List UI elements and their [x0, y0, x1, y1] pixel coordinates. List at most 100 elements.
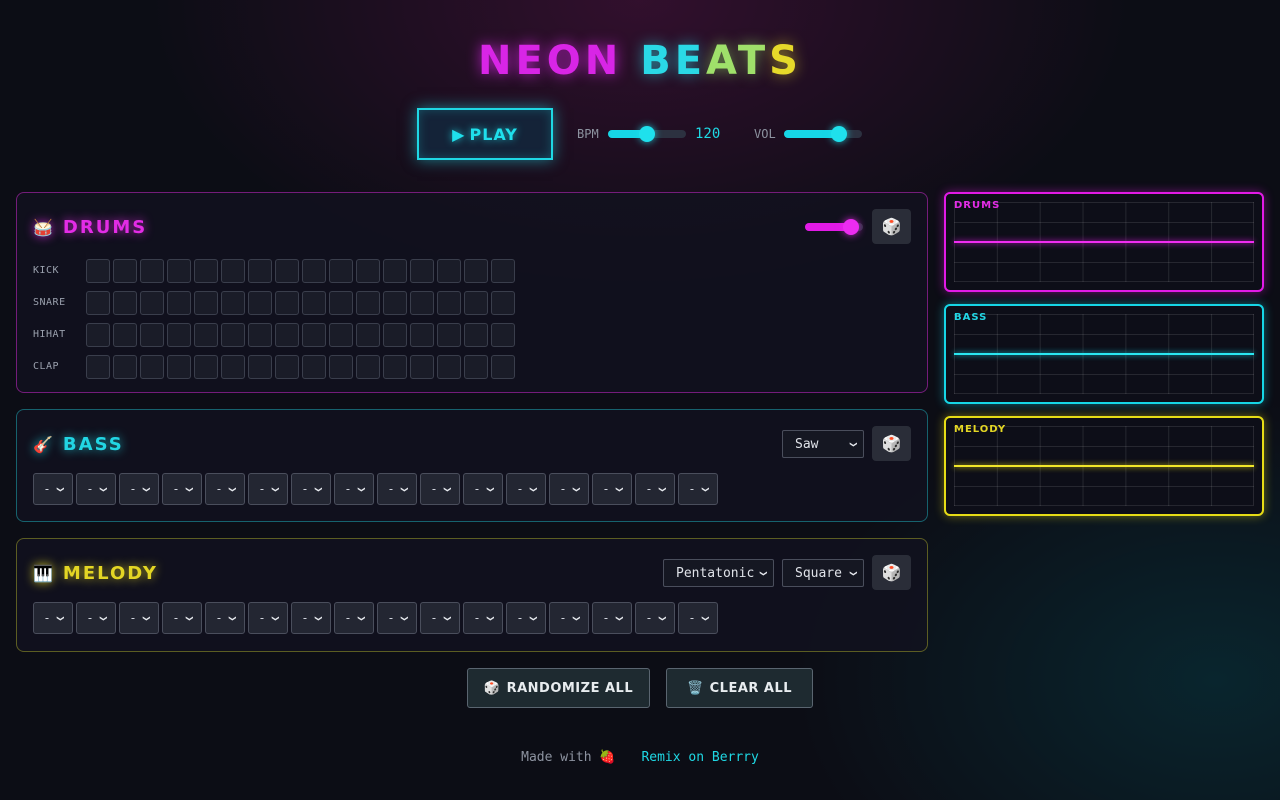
- volume-slider[interactable]: [784, 126, 862, 142]
- melody-note-select[interactable]: - ❯: [506, 602, 546, 634]
- drum-step[interactable]: [221, 323, 245, 347]
- bpm-slider[interactable]: [608, 126, 686, 142]
- drum-step[interactable]: [140, 259, 164, 283]
- melody-note-select[interactable]: - ❯: [162, 602, 202, 634]
- drums-volume-knob[interactable]: [843, 219, 860, 235]
- drum-step[interactable]: [410, 355, 434, 379]
- drum-step[interactable]: [356, 291, 380, 315]
- bass-randomize-button[interactable]: 🎲: [872, 426, 911, 461]
- drum-step[interactable]: [383, 323, 407, 347]
- remix-link[interactable]: Remix on Berrry: [641, 750, 758, 765]
- drum-step[interactable]: [410, 323, 434, 347]
- drum-step[interactable]: [248, 355, 272, 379]
- drum-step[interactable]: [86, 259, 110, 283]
- drum-step[interactable]: [86, 323, 110, 347]
- play-button[interactable]: ▶ PLAY: [417, 108, 553, 160]
- drum-step[interactable]: [437, 259, 461, 283]
- drums-randomize-button[interactable]: 🎲: [872, 209, 911, 244]
- drum-step[interactable]: [356, 323, 380, 347]
- drum-step[interactable]: [464, 291, 488, 315]
- melody-note-select[interactable]: - ❯: [635, 602, 675, 634]
- drum-step[interactable]: [302, 291, 326, 315]
- bass-note-select[interactable]: - ❯: [463, 473, 503, 505]
- bass-note-select[interactable]: - ❯: [635, 473, 675, 505]
- drum-step[interactable]: [167, 291, 191, 315]
- bass-note-select[interactable]: - ❯: [76, 473, 116, 505]
- drum-step[interactable]: [464, 355, 488, 379]
- drum-step[interactable]: [491, 323, 515, 347]
- melody-note-select[interactable]: - ❯: [592, 602, 632, 634]
- drum-step[interactable]: [464, 259, 488, 283]
- drum-step[interactable]: [248, 323, 272, 347]
- drum-step[interactable]: [491, 291, 515, 315]
- drum-step[interactable]: [437, 291, 461, 315]
- melody-note-select[interactable]: - ❯: [248, 602, 288, 634]
- drums-volume-slider[interactable]: [805, 219, 863, 235]
- bass-note-select[interactable]: - ❯: [291, 473, 331, 505]
- bass-note-select[interactable]: - ❯: [119, 473, 159, 505]
- bass-note-select[interactable]: - ❯: [420, 473, 460, 505]
- drum-step[interactable]: [302, 323, 326, 347]
- drum-step[interactable]: [491, 355, 515, 379]
- randomize-all-button[interactable]: 🎲 RANDOMIZE ALL: [467, 668, 650, 708]
- drum-step[interactable]: [383, 355, 407, 379]
- drum-step[interactable]: [167, 259, 191, 283]
- melody-note-select[interactable]: - ❯: [119, 602, 159, 634]
- drum-step[interactable]: [275, 259, 299, 283]
- drum-step[interactable]: [437, 355, 461, 379]
- bass-note-select[interactable]: - ❯: [592, 473, 632, 505]
- drum-step[interactable]: [140, 291, 164, 315]
- melody-note-select[interactable]: - ❯: [76, 602, 116, 634]
- drum-step[interactable]: [113, 291, 137, 315]
- bass-note-select[interactable]: - ❯: [678, 473, 718, 505]
- drum-step[interactable]: [194, 291, 218, 315]
- drum-step[interactable]: [86, 355, 110, 379]
- melody-note-select[interactable]: - ❯: [291, 602, 331, 634]
- drum-step[interactable]: [194, 259, 218, 283]
- melody-note-select[interactable]: - ❯: [678, 602, 718, 634]
- drum-step[interactable]: [329, 355, 353, 379]
- clear-all-button[interactable]: 🗑️ CLEAR ALL: [666, 668, 813, 708]
- drum-step[interactable]: [194, 323, 218, 347]
- drum-step[interactable]: [167, 323, 191, 347]
- bass-note-select[interactable]: - ❯: [248, 473, 288, 505]
- drum-step[interactable]: [221, 291, 245, 315]
- drum-step[interactable]: [329, 291, 353, 315]
- drum-step[interactable]: [356, 355, 380, 379]
- drum-step[interactable]: [248, 259, 272, 283]
- bass-waveform-select[interactable]: Saw ❯: [782, 430, 864, 458]
- drum-step[interactable]: [194, 355, 218, 379]
- drum-step[interactable]: [302, 355, 326, 379]
- drum-step[interactable]: [113, 355, 137, 379]
- bass-note-select[interactable]: - ❯: [162, 473, 202, 505]
- drum-step[interactable]: [491, 259, 515, 283]
- volume-slider-knob[interactable]: [830, 126, 847, 142]
- drum-step[interactable]: [464, 323, 488, 347]
- melody-randomize-button[interactable]: 🎲: [872, 555, 911, 590]
- drum-step[interactable]: [86, 291, 110, 315]
- drum-step[interactable]: [410, 291, 434, 315]
- melody-note-select[interactable]: - ❯: [377, 602, 417, 634]
- drum-step[interactable]: [113, 259, 137, 283]
- drum-step[interactable]: [140, 323, 164, 347]
- melody-note-select[interactable]: - ❯: [205, 602, 245, 634]
- bass-note-select[interactable]: - ❯: [549, 473, 589, 505]
- drum-step[interactable]: [275, 323, 299, 347]
- drum-step[interactable]: [302, 259, 326, 283]
- bass-note-select[interactable]: - ❯: [205, 473, 245, 505]
- melody-note-select[interactable]: - ❯: [420, 602, 460, 634]
- bass-note-select[interactable]: - ❯: [377, 473, 417, 505]
- drum-step[interactable]: [221, 355, 245, 379]
- melody-waveform-select[interactable]: Square ❯: [782, 559, 864, 587]
- drum-step[interactable]: [113, 323, 137, 347]
- bpm-slider-knob[interactable]: [639, 126, 655, 142]
- drum-step[interactable]: [329, 259, 353, 283]
- melody-note-select[interactable]: - ❯: [549, 602, 589, 634]
- melody-note-select[interactable]: - ❯: [463, 602, 503, 634]
- drum-step[interactable]: [383, 259, 407, 283]
- drum-step[interactable]: [356, 259, 380, 283]
- melody-note-select[interactable]: - ❯: [33, 602, 73, 634]
- bass-note-select[interactable]: - ❯: [506, 473, 546, 505]
- drum-step[interactable]: [248, 291, 272, 315]
- drum-step[interactable]: [410, 259, 434, 283]
